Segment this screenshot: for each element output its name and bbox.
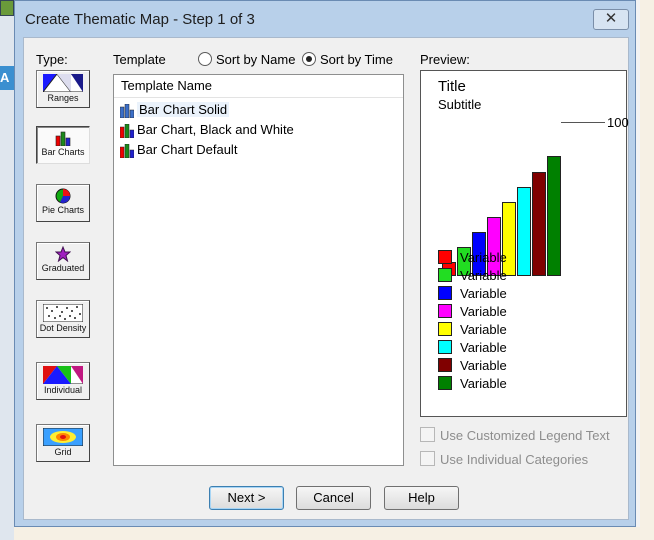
use-customized-legend-text-checkbox[interactable]: Use Customized Legend Text	[420, 427, 610, 443]
template-item-bar-chart-bw[interactable]: Bar Chart, Black and White	[114, 120, 403, 140]
legend-row: Variable	[438, 375, 507, 393]
type-button-graduated[interactable]: Graduated	[36, 242, 90, 280]
legend-label: Variable	[460, 376, 507, 391]
legend-swatch	[438, 358, 452, 372]
background-app-tab: A	[0, 66, 14, 90]
template-item-bar-chart-default[interactable]: Bar Chart Default	[114, 140, 403, 160]
dialog-title: Create Thematic Map - Step 1 of 3	[25, 11, 255, 28]
use-customized-legend-text-label: Use Customized Legend Text	[440, 428, 610, 443]
type-button-individual[interactable]: Individual	[36, 362, 90, 400]
type-button-dot-density[interactable]: Dot Density	[36, 300, 90, 338]
close-button[interactable]: ✕	[593, 9, 629, 30]
dot-density-icon	[43, 304, 83, 322]
legend-row: Variable	[438, 285, 507, 303]
type-label-individual: Individual	[43, 385, 83, 395]
type-label-pie-charts: Pie Charts	[41, 205, 85, 215]
template-list[interactable]: Template Name Bar Chart Solid Bar Chart,…	[113, 74, 404, 466]
legend-swatch	[438, 340, 452, 354]
legend-row: Variable	[438, 321, 507, 339]
template-item-bar-chart-solid[interactable]: Bar Chart Solid	[114, 100, 403, 120]
type-button-pie-charts[interactable]: Pie Charts	[36, 184, 90, 222]
bar-chart-template-icon	[120, 143, 134, 158]
sort-by-time-radio-indicator	[302, 52, 316, 66]
bar-charts-icon	[55, 131, 71, 146]
background-app-bottom	[14, 527, 640, 540]
background-app-icon	[0, 0, 14, 16]
template-item-label: Bar Chart, Black and White	[137, 122, 294, 137]
legend-label: Variable	[460, 250, 507, 265]
type-label-grid: Grid	[54, 447, 72, 457]
legend-row: Variable	[438, 357, 507, 375]
legend-row: Variable	[438, 267, 507, 285]
next-button[interactable]: Next >	[209, 486, 284, 510]
template-label: Template	[113, 52, 166, 67]
legend-label: Variable	[460, 322, 507, 337]
preview-max-label: 100	[607, 115, 629, 130]
bar-chart-template-icon	[120, 103, 134, 118]
graduated-icon	[55, 246, 71, 262]
legend-label: Variable	[460, 304, 507, 319]
background-app-right	[640, 0, 654, 540]
legend-row: Variable	[438, 249, 507, 267]
help-button[interactable]: Help	[384, 486, 459, 510]
legend-swatch	[438, 304, 452, 318]
legend-label: Variable	[460, 340, 507, 355]
type-button-bar-charts[interactable]: Bar Charts	[36, 126, 90, 164]
thematic-map-dialog: Create Thematic Map - Step 1 of 3 ✕ Type…	[14, 0, 636, 527]
legend-label: Variable	[460, 358, 507, 373]
legend-swatch	[438, 268, 452, 282]
legend-swatch	[438, 376, 452, 390]
use-individual-categories-checkbox-box	[420, 451, 435, 466]
sort-by-name-radio-indicator	[198, 52, 212, 66]
dialog-client-area: Type: Ranges Bar Charts Pie Charts Gradu…	[23, 37, 629, 520]
grid-icon	[43, 428, 83, 446]
preview-pane: Title Subtitle 100 Variable Variable Varia…	[420, 70, 629, 417]
use-individual-categories-checkbox[interactable]: Use Individual Categories	[420, 451, 588, 467]
bar-chart-template-icon	[120, 123, 134, 138]
type-button-grid[interactable]: Grid	[36, 424, 90, 462]
legend-label: Variable	[460, 286, 507, 301]
type-label-graduated: Graduated	[41, 263, 85, 273]
preview-bar	[517, 187, 531, 276]
template-name-column-header[interactable]: Template Name	[114, 75, 403, 98]
background-app-tab-label: A	[0, 70, 10, 85]
pie-charts-icon	[55, 188, 71, 204]
title-bar[interactable]: Create Thematic Map - Step 1 of 3 ✕	[15, 1, 635, 37]
ranges-icon	[43, 74, 83, 92]
legend-swatch	[438, 322, 452, 336]
type-label-dot-density: Dot Density	[39, 323, 87, 333]
sort-by-time-label: Sort by Time	[320, 52, 393, 67]
use-individual-categories-label: Use Individual Categories	[440, 452, 589, 467]
type-label-ranges: Ranges	[47, 93, 79, 103]
preview-subtitle: Subtitle	[438, 97, 482, 112]
preview-bar	[532, 172, 546, 276]
legend-row: Variable	[438, 303, 507, 321]
legend-row: Variable	[438, 339, 507, 357]
sort-by-name-label: Sort by Name	[216, 52, 296, 67]
type-label-bar-charts: Bar Charts	[41, 147, 85, 157]
preview-label: Preview:	[420, 52, 470, 67]
legend-label: Variable	[460, 268, 507, 283]
cancel-button[interactable]: Cancel	[296, 486, 371, 510]
type-label: Type:	[36, 52, 68, 67]
individual-icon	[43, 366, 83, 384]
sort-by-name-radio[interactable]: Sort by Name	[198, 52, 295, 67]
preview-max-leader-line	[561, 122, 605, 123]
preview-title: Title	[438, 78, 466, 95]
sort-by-time-radio[interactable]: Sort by Time	[302, 52, 393, 67]
preview-bar	[547, 156, 561, 276]
use-customized-legend-text-checkbox-box	[420, 427, 435, 442]
legend-swatch	[438, 250, 452, 264]
close-icon: ✕	[604, 10, 618, 27]
type-button-ranges[interactable]: Ranges	[36, 70, 90, 108]
legend-swatch	[438, 286, 452, 300]
template-item-label: Bar Chart Solid	[137, 102, 230, 117]
template-item-label: Bar Chart Default	[137, 142, 238, 157]
